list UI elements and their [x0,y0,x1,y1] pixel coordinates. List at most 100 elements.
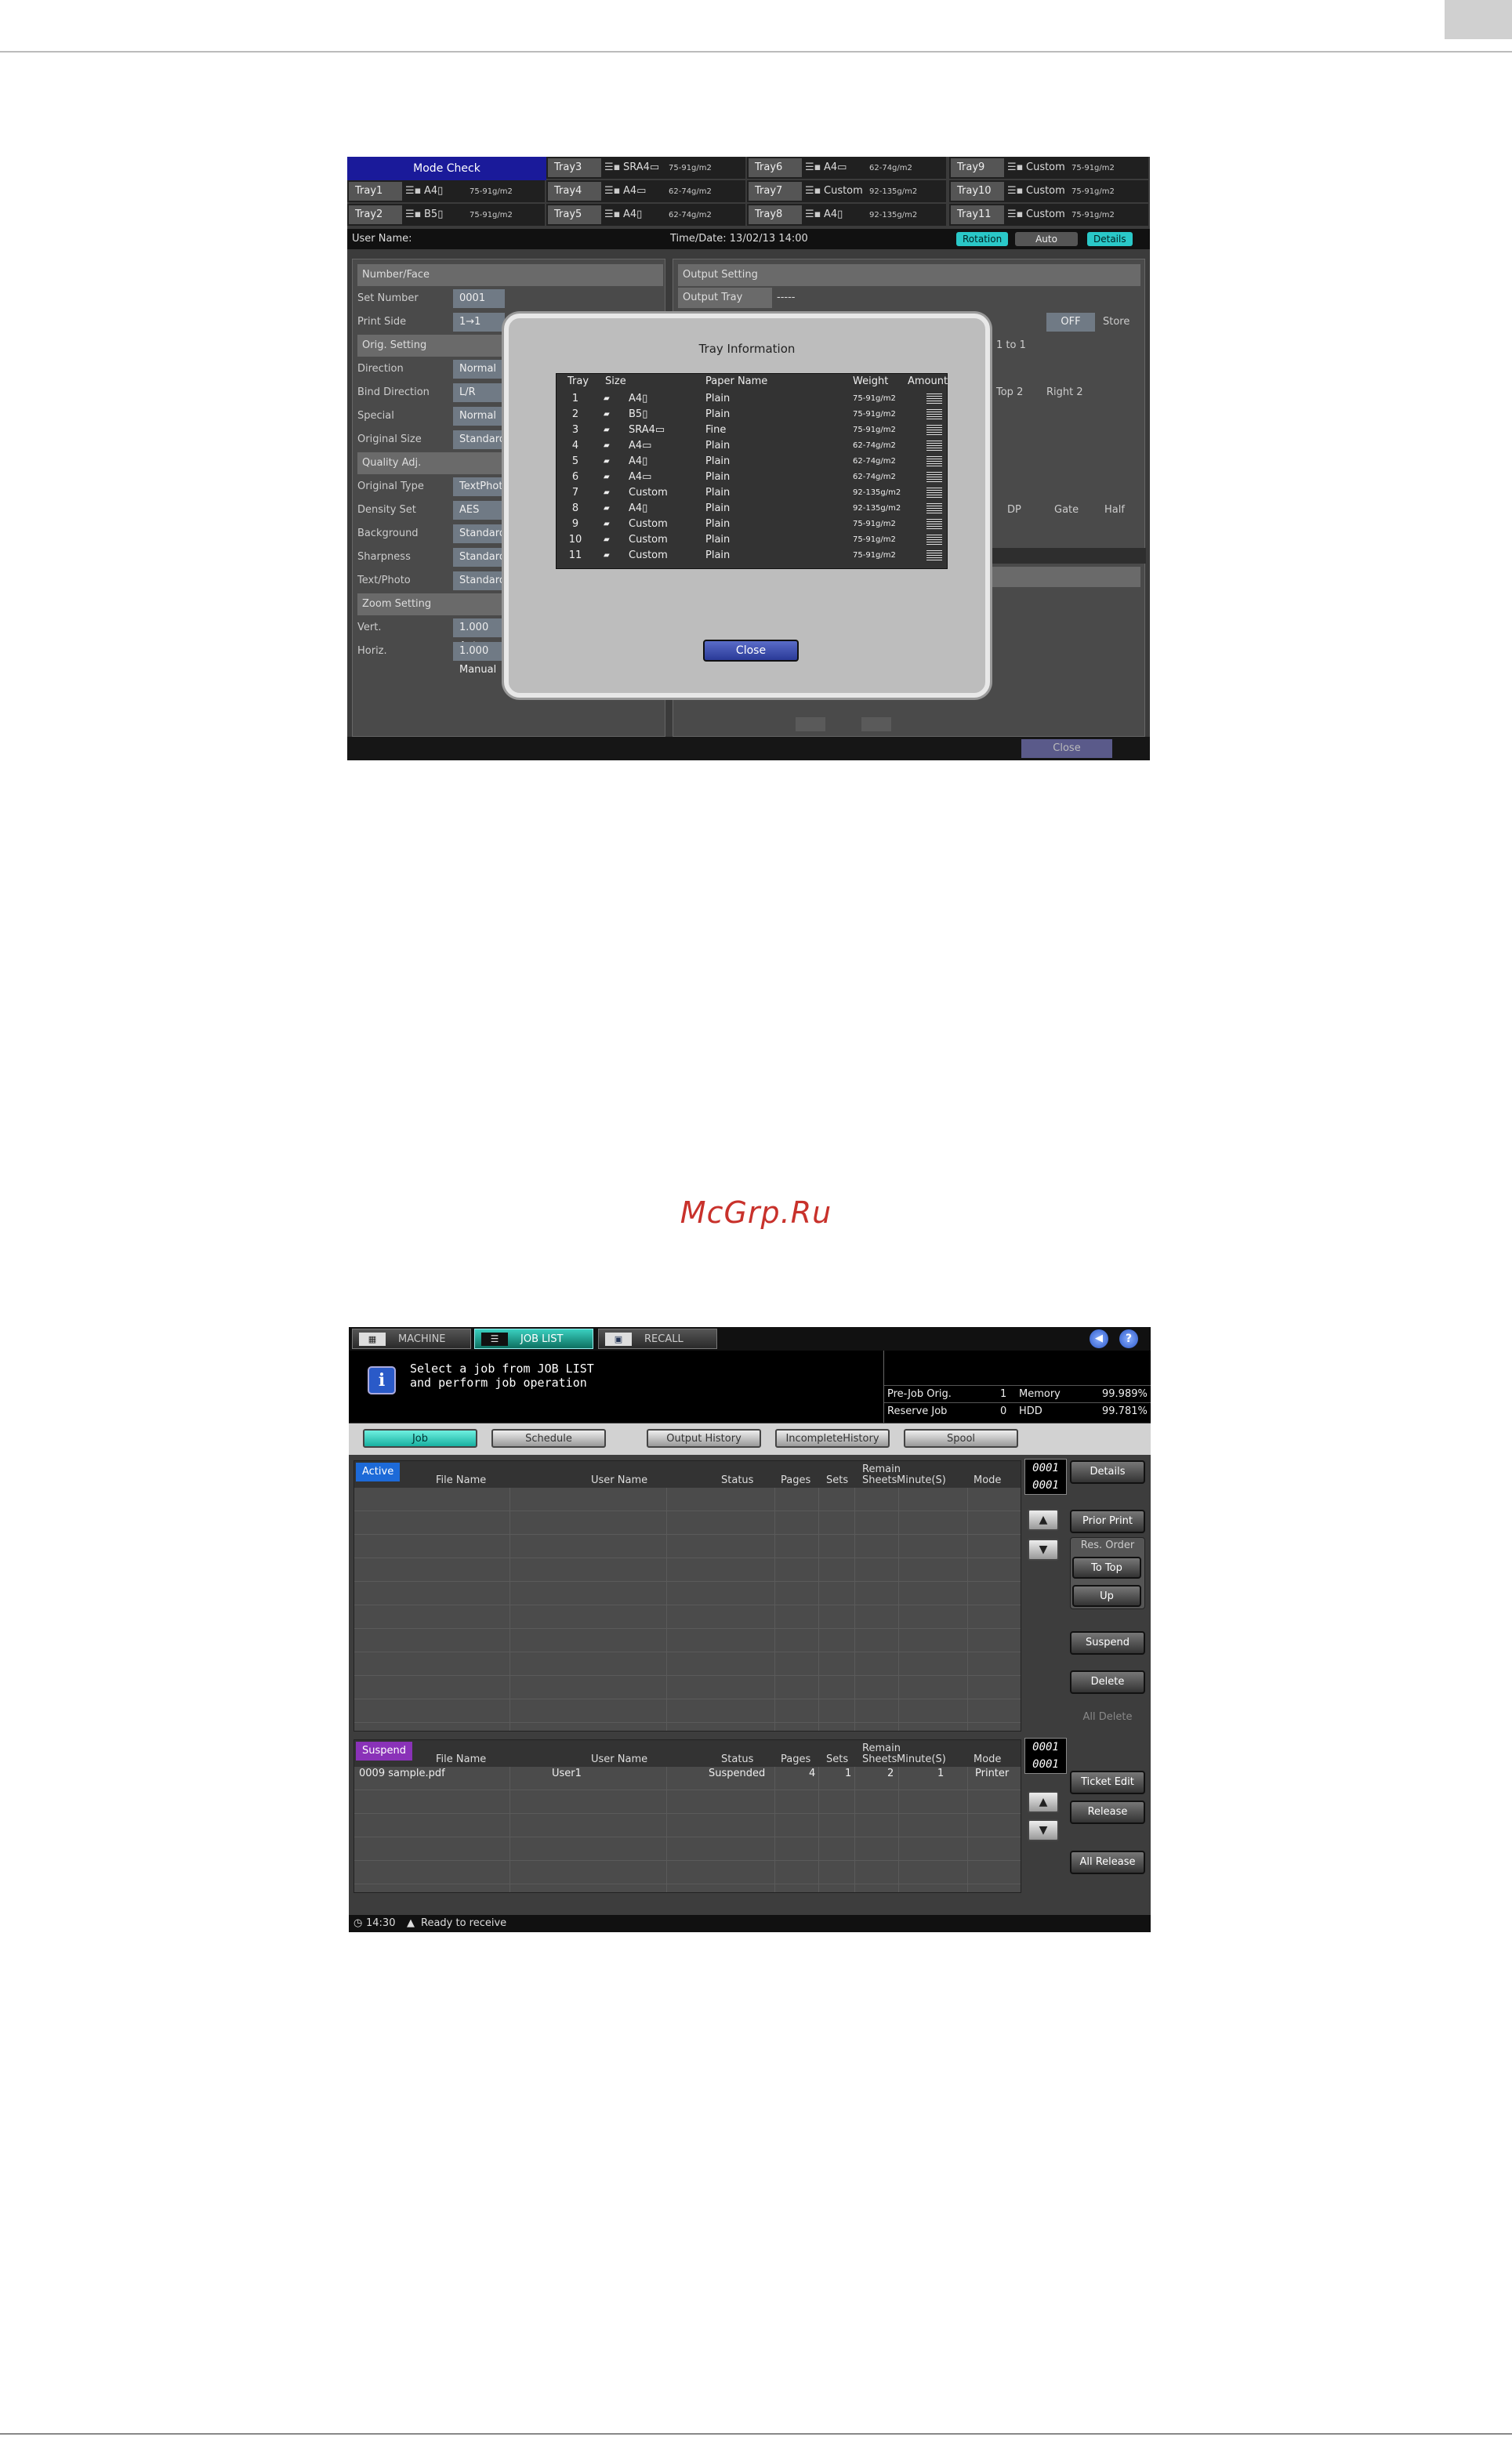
suspend-down-arrow-icon[interactable]: ▼ [1028,1819,1059,1841]
tray-status-7: Tray10 ☰▪ Custom 75-91g/m2 [949,180,1148,202]
active-label: Active [356,1463,401,1481]
amount-icon [926,456,942,467]
tab-job-list[interactable]: ☰ JOB LIST [474,1329,593,1349]
suspend-button[interactable]: Suspend [1070,1631,1145,1655]
help-icon[interactable]: ? [1119,1329,1138,1348]
memory-label: Memory [1019,1388,1061,1400]
paper-icon: ▰ [604,441,610,450]
details-button[interactable]: Details [1070,1460,1145,1484]
right2-label: Right 2 [1046,386,1083,398]
all-delete-button[interactable]: All Delete [1070,1711,1145,1723]
rotation-button[interactable]: Rotation [956,232,1009,246]
footer-close-button[interactable]: Close [1021,739,1112,758]
col-paper: Paper Name [705,375,768,387]
tray-weight: 75-91g/m2 [1071,211,1115,219]
tab-job-list-label: JOB LIST [520,1333,564,1345]
column-divider [818,1488,819,1731]
tray-weight: 75-91g/m2 [1071,187,1115,196]
scroll-btn-left[interactable] [796,717,825,731]
setting-value: Standard [453,430,506,449]
col-mode: Mode [974,1753,1002,1765]
table-row[interactable] [354,1558,1021,1582]
tray-table: Tray Size Paper Name Weight Amount 1 ▰ A4▯… [556,373,948,569]
tab-machine[interactable]: ▦ MACHINE [352,1329,471,1349]
scroll-btn-right[interactable] [861,717,891,731]
active-up-arrow-icon[interactable]: ▲ [1028,1509,1059,1531]
col-file-name: File Name [436,1474,487,1486]
tray-weight: 75-91g/m2 [1071,164,1115,172]
col-mode: Mode [974,1474,1002,1486]
row-weight: 75-91g/m2 [853,535,896,544]
prior-print-button[interactable]: Prior Print [1070,1510,1145,1533]
table-row[interactable] [354,1629,1021,1652]
table-row[interactable] [354,1582,1021,1605]
release-button[interactable]: Release [1070,1801,1145,1824]
tray-size: SRA4▭ [623,161,660,173]
tray-table-row: 6 ▰ A4▭ Plain 62-74g/m2 [557,470,947,485]
tray-table-row: 5 ▰ A4▯ Plain 62-74g/m2 [557,454,947,470]
table-row[interactable] [354,1861,1021,1884]
status-text: Ready to receive [421,1917,507,1929]
setting-label: Background [357,528,419,539]
off-button[interactable]: OFF [1046,313,1095,332]
table-row[interactable] [354,1676,1021,1699]
row-weight: 62-74g/m2 [853,473,896,481]
filter-output-history[interactable]: Output History [647,1429,761,1448]
all-release-button[interactable]: All Release [1070,1851,1145,1874]
table-row[interactable] [354,1535,1021,1558]
suspend-label: Suspend [356,1742,413,1761]
watermark-text: McGrp.Ru [680,1195,832,1230]
details-button[interactable]: Details [1087,232,1133,246]
tray-table-row: 11 ▰ Custom Plain 75-91g/m2 [557,548,947,564]
main-tabs: ▦ MACHINE ☰ JOB LIST ▣ RECALL ◀ ? [349,1327,1151,1351]
row-tray: 5 [571,455,579,467]
table-row[interactable] [354,1699,1021,1723]
tray-information-dialog: Tray Information Tray Size Paper Name We… [504,314,990,698]
filter-job[interactable]: Job [363,1429,477,1448]
settings-row[interactable]: Set Number 0001 [357,288,663,310]
active-down-arrow-icon[interactable]: ▼ [1028,1539,1059,1561]
filter-incomplete-history[interactable]: IncompleteHistory [775,1429,890,1448]
tray-weight: 62-74g/m2 [669,187,712,196]
table-row[interactable] [354,1790,1021,1814]
tray-level-icon: ☰▪ [1007,185,1024,197]
dialog-close-button[interactable]: Close [703,640,799,662]
filter-schedule[interactable]: Schedule [491,1429,606,1448]
amount-icon [926,441,942,451]
row-tray: 7 [571,487,579,499]
suspend-job-table: Suspend File Name User Name Status Pages… [354,1739,1021,1893]
table-row[interactable] [354,1837,1021,1861]
tab-recall[interactable]: ▣ RECALL [598,1329,717,1349]
suspend-up-arrow-icon[interactable]: ▲ [1028,1791,1059,1813]
setting-value: 1.000 Manual [453,642,505,676]
delete-button[interactable]: Delete [1070,1670,1145,1694]
tray-level-icon: ☰▪ [805,161,821,173]
tray-table-row: 1 ▰ A4▯ Plain 75-91g/m2 [557,391,947,407]
table-row[interactable] [354,1488,1021,1511]
stats-row-2: Reserve Job 0 HDD 99.781% [884,1402,1151,1420]
tray-size: A4▭ [824,161,847,173]
table-row[interactable] [354,1511,1021,1535]
filter-spool[interactable]: Spool [904,1429,1018,1448]
tray-status-2: Tray6 ☰▪ A4▭ 62-74g/m2 [747,157,946,179]
row-size: A4▯ [629,393,648,404]
table-row[interactable] [354,1605,1021,1629]
table-row[interactable] [354,1814,1021,1837]
suspend-job-row[interactable]: 0009 sample.pdf User1 Suspended 4 1 2 1 Printer [354,1767,1021,1790]
setting-value: Normal [453,407,505,426]
auto-button[interactable]: Auto [1015,232,1078,246]
job-sets: 1 [845,1768,852,1779]
job-minute: 1 [937,1768,945,1779]
row-weight: 75-91g/m2 [853,520,896,528]
amount-icon [926,550,942,561]
bottom-rule [0,2433,1512,2435]
up-button[interactable]: Up [1072,1585,1141,1607]
volume-icon[interactable]: ◀ [1090,1329,1108,1348]
setting-label: Direction [357,363,404,375]
ticket-edit-button[interactable]: Ticket Edit [1070,1771,1145,1794]
job-list-screenshot: ▦ MACHINE ☰ JOB LIST ▣ RECALL ◀ ? i Sele… [349,1327,1151,1932]
column-divider [666,1488,667,1731]
table-row[interactable] [354,1652,1021,1676]
to-top-button[interactable]: To Top [1072,1557,1141,1579]
status-bar: User Name: Time/Date: 13/02/13 14:00 Rot… [347,229,1150,249]
